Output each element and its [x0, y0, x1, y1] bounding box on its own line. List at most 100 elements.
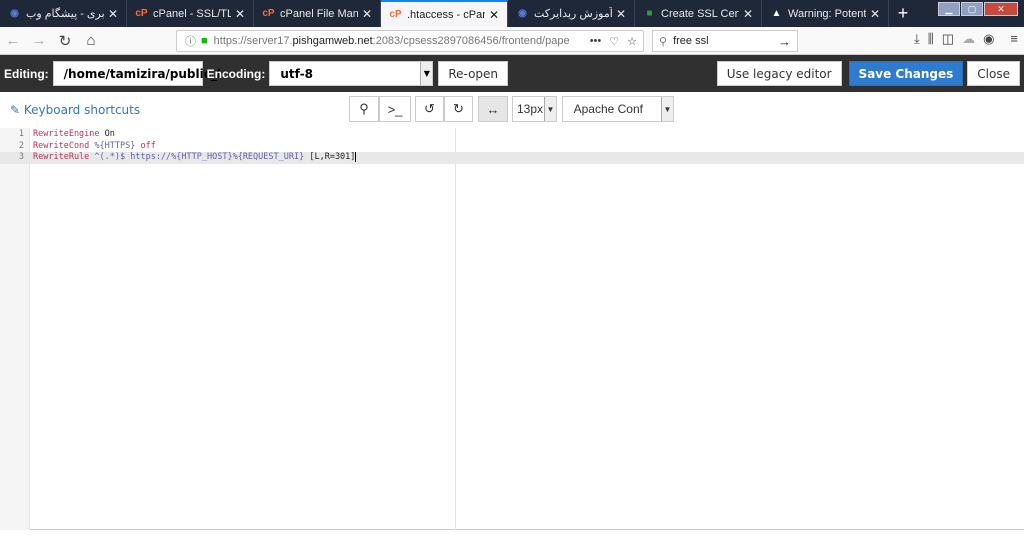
tab[interactable]: ◉ ناحیه کاربری - پیشگام وب ✕	[0, 0, 127, 27]
close-window-button[interactable]: ✕	[984, 2, 1018, 16]
keyboard-shortcuts-link[interactable]: ✎ Keyboard shortcuts	[10, 103, 140, 117]
menu-icon[interactable]: ≡	[1010, 31, 1018, 47]
chevron-down-icon: ▼	[420, 62, 433, 85]
minimize-button[interactable]: ▁	[938, 2, 960, 16]
close-tab-icon[interactable]: ✕	[235, 7, 245, 21]
undo-button[interactable]: ↺	[415, 96, 444, 122]
code-line: 1 RewriteEngine On	[0, 129, 1024, 141]
close-tab-icon[interactable]: ✕	[489, 8, 499, 22]
print-margin	[455, 128, 456, 530]
library-icon[interactable]: ⫼	[928, 31, 934, 47]
chevron-down-icon: ▼	[661, 97, 673, 121]
code-token: [L,R=301]	[304, 152, 356, 162]
tab-title: ناحیه کاربری - پیشگام وب	[26, 8, 104, 20]
tab[interactable]: ◉ آموزش ریدایرکت HTTP ✕	[508, 0, 635, 27]
mode-select[interactable]: Apache Conf ▼	[562, 96, 674, 122]
code-token: RewriteRule	[33, 152, 90, 162]
code-line: 2 RewriteCond %{HTTPS} off	[0, 141, 1024, 153]
tab-title: cPanel - SSL/TLS	[153, 7, 231, 20]
tab-title: cPanel File Manager	[280, 7, 358, 20]
tab-title: .htaccess - cPanel File	[407, 8, 485, 21]
url-path: :2083/cpsess2897086456/frontend/pape	[372, 35, 570, 47]
close-tab-icon[interactable]: ✕	[362, 7, 372, 21]
cpanel-icon: cP	[262, 8, 275, 19]
forward-button[interactable]: →	[26, 32, 52, 49]
editor-header: Editing: /home/tamizira/public_l Encodin…	[0, 55, 1024, 92]
lock-icon: ■	[201, 35, 208, 47]
maximize-button[interactable]: ▢	[961, 2, 983, 16]
code-token: On	[99, 129, 115, 139]
editing-label: Editing:	[4, 66, 49, 81]
wrap-toggle-button[interactable]: ↔	[478, 96, 508, 122]
font-size-select[interactable]: 13px ▼	[512, 96, 557, 122]
code-token: %{HTTPS}	[89, 140, 136, 151]
line-number: 3	[18, 152, 24, 162]
reload-button[interactable]: ↻	[52, 32, 78, 50]
tab-title: آموزش ریدایرکت HTTP	[534, 8, 612, 20]
mode-value: Apache Conf	[573, 102, 643, 116]
chevron-down-icon: ▼	[544, 97, 556, 121]
url-bar[interactable]: ⓘ ■ https://server17. pishgamweb.net:2083…	[176, 30, 644, 52]
code-editor[interactable]: 1 RewriteEngine On 2 RewriteCond %{HTTPS} o…	[0, 128, 1024, 530]
close-button[interactable]: Close	[967, 61, 1020, 86]
download-icon[interactable]: ⤓	[914, 31, 920, 47]
tab[interactable]: ▲ Warning: Potential S ✕	[762, 0, 889, 27]
reopen-button[interactable]: Re-open	[438, 61, 509, 86]
code-token: RewriteCond	[33, 140, 90, 151]
tab-title: Create SSL Certificate	[661, 7, 739, 20]
nav-bar: ← → ↻ ⌂ ⓘ ■ https://server17. pishgamweb.…	[0, 27, 1024, 55]
undo-icon: ↺	[424, 101, 435, 116]
font-size-value: 13px	[517, 102, 544, 116]
encoding-value: utf-8	[280, 66, 313, 81]
close-tab-icon[interactable]: ✕	[616, 7, 626, 21]
tab[interactable]: ■ Create SSL Certificate ✕	[635, 0, 762, 27]
legacy-editor-button[interactable]: Use legacy editor	[716, 61, 842, 86]
search-input[interactable]: ⚲ free ssl →	[652, 30, 798, 52]
line-number: 1	[18, 129, 24, 139]
search-icon: ⚲	[659, 35, 668, 48]
url-host: pishgamweb.net	[292, 35, 373, 47]
sync-icon[interactable]: ☁	[962, 31, 975, 47]
more-icon[interactable]: •••	[590, 35, 602, 48]
page-icon: ◉	[10, 8, 19, 19]
tab[interactable]: cP cPanel File Manager ✕	[254, 0, 381, 27]
window-controls: ▁ ▢ ✕	[938, 2, 1018, 16]
tab[interactable]: cP cPanel - SSL/TLS ✕	[127, 0, 254, 27]
horizontal-arrows-icon: ↔	[486, 101, 500, 117]
path-value: /home/tamizira/public_l	[63, 66, 221, 81]
sidebar-icon[interactable]: ◫	[942, 31, 954, 47]
account-icon[interactable]: ◉	[983, 31, 994, 47]
search-value: free ssl	[673, 35, 709, 47]
code-token: ^(.*)$ https://%{HTTP_HOST}%{REQUEST_URI…	[89, 152, 305, 162]
cpanel-icon: cP	[389, 9, 402, 20]
tab-title: Warning: Potential S	[788, 7, 866, 20]
code-token: off	[135, 140, 156, 151]
close-tab-icon[interactable]: ✕	[108, 7, 118, 21]
url-text: https://server17.	[213, 35, 293, 47]
cpanel-icon: cP	[135, 8, 148, 19]
search-icon: ⚲	[359, 101, 369, 116]
goto-line-button[interactable]: >_	[379, 96, 411, 122]
redo-icon: ↻	[453, 101, 464, 116]
terminal-icon: >_	[387, 101, 403, 117]
warning-icon: ▲	[771, 8, 782, 19]
close-tab-icon[interactable]: ✕	[870, 7, 880, 21]
info-icon[interactable]: ⓘ	[185, 33, 196, 49]
tab[interactable]: cP .htaccess - cPanel File ✕	[381, 0, 508, 27]
save-changes-button[interactable]: Save Changes	[848, 61, 964, 86]
search-button[interactable]: ⚲	[349, 96, 379, 122]
code-token: RewriteEngine	[33, 129, 100, 139]
bookmark-star-icon[interactable]: ☆	[627, 35, 637, 48]
line-gutter	[0, 128, 30, 530]
close-tab-icon[interactable]: ✕	[743, 7, 753, 21]
home-button[interactable]: ⌂	[78, 32, 104, 49]
path-field[interactable]: /home/tamizira/public_l	[52, 61, 221, 86]
encoding-select[interactable]: utf-8 ▼	[269, 61, 434, 86]
new-tab-button[interactable]: +	[889, 0, 917, 27]
go-arrow-icon[interactable]: →	[778, 34, 791, 49]
redo-button[interactable]: ↻	[444, 96, 473, 122]
pocket-icon[interactable]: ♡	[609, 35, 619, 48]
back-button[interactable]: ←	[0, 32, 26, 49]
shortcuts-label: Keyboard shortcuts	[23, 103, 141, 117]
page-icon: ◉	[518, 8, 527, 19]
